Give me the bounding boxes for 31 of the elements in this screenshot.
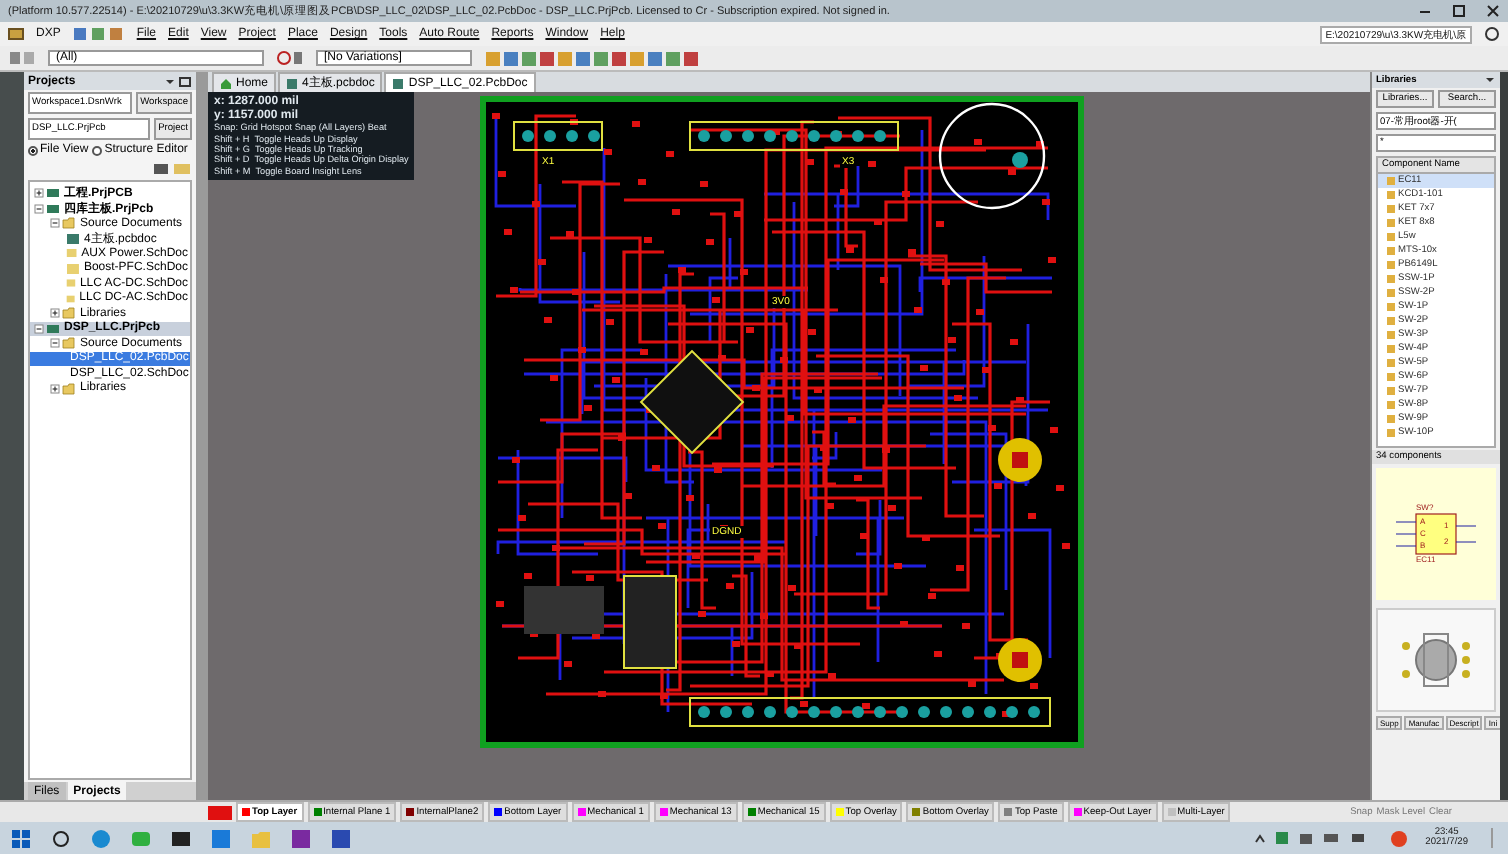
notification-app-icon[interactable] [1389, 829, 1408, 847]
collapse-icon[interactable] [50, 338, 60, 349]
current-layer-swatch [208, 805, 232, 819]
project-icon [46, 321, 60, 336]
zoom-icon[interactable] [276, 50, 304, 66]
toolbar-icons-drawing[interactable] [72, 26, 125, 42]
folder-tools-icon[interactable] [152, 160, 192, 176]
collapse-icon[interactable] [50, 218, 60, 229]
pcb-icon [66, 231, 80, 246]
folder-icon [62, 216, 76, 231]
pcb-document-icon [286, 77, 299, 89]
app-logo-icon [8, 26, 24, 42]
windows-start-icon[interactable] [10, 827, 32, 849]
pcb-document-icon [392, 77, 405, 89]
expand-icon[interactable] [50, 308, 60, 319]
collapse-icon[interactable] [34, 323, 44, 334]
maximize-icon[interactable] [1452, 4, 1466, 18]
diagram-app-icon[interactable] [330, 827, 352, 849]
expand-icon[interactable] [34, 188, 44, 199]
panel-controls-icon[interactable] [164, 75, 192, 87]
pan-icon[interactable] [8, 50, 36, 66]
expand-icon[interactable] [50, 383, 60, 394]
search-icon[interactable] [50, 827, 72, 849]
dropdown-icon[interactable] [1484, 74, 1496, 86]
notebook-icon[interactable] [290, 827, 312, 849]
folder-icon [62, 381, 76, 396]
close-icon[interactable] [1486, 4, 1500, 18]
place-tools-drawing[interactable] [484, 49, 704, 67]
app-tile-icon[interactable] [210, 827, 232, 849]
circuit-board-icon[interactable] [170, 827, 192, 849]
collapse-icon[interactable] [34, 203, 44, 214]
